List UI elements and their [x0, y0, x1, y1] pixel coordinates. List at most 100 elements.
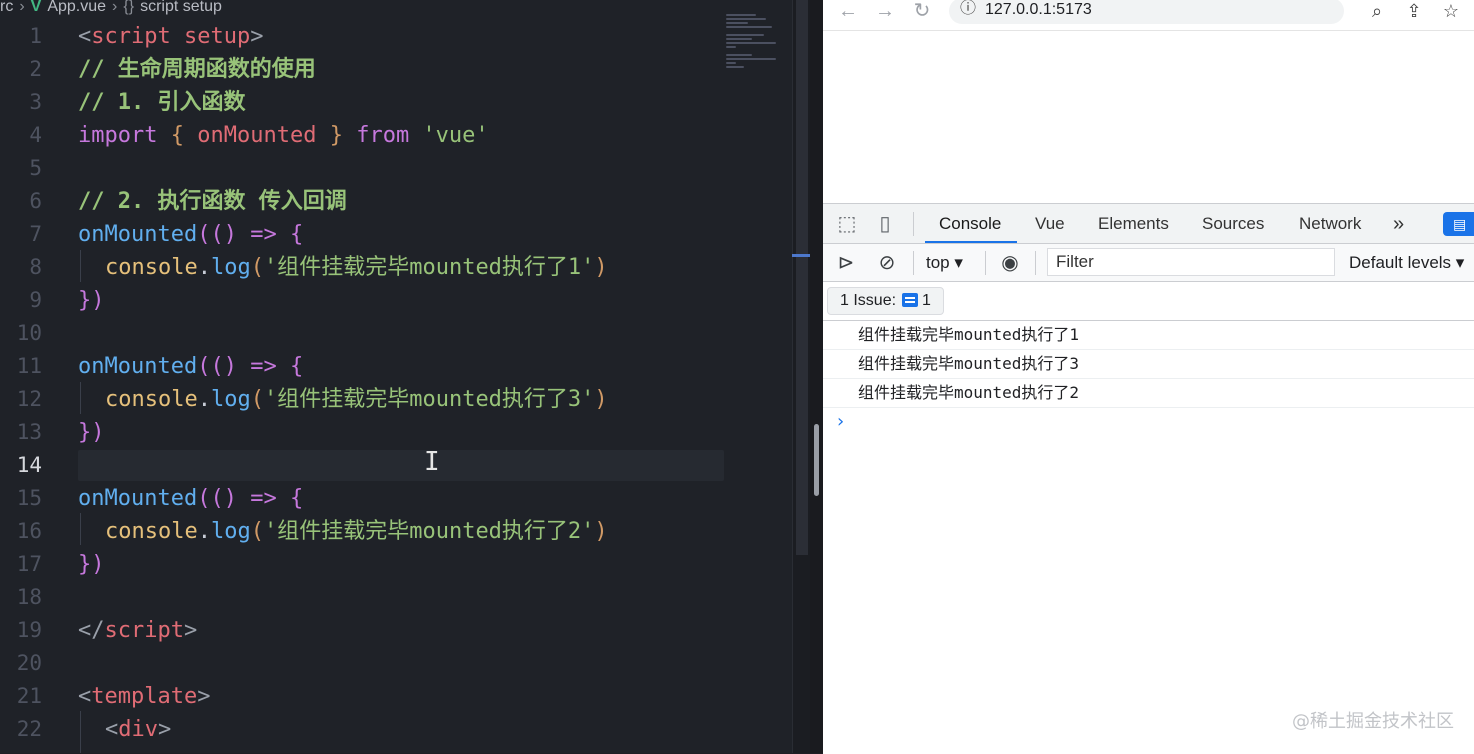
code-line[interactable]: 2 // 生命周期函数的使用: [0, 53, 790, 86]
devtools-panel: ⬚ ▯ Console Vue Elements Sources Network…: [823, 203, 1474, 754]
console-message: 组件挂载完毕mounted执行了2: [823, 379, 1474, 408]
line-number: 14: [16, 453, 42, 477]
code-line[interactable]: 23: [0, 746, 790, 753]
code-line[interactable]: 12 console.log('组件挂载完毕mounted执行了3'): [0, 383, 790, 416]
token: }): [78, 288, 105, 313]
indent-guide: [80, 513, 81, 545]
device-toolbar-icon[interactable]: ▯: [873, 212, 897, 236]
page-viewport[interactable]: [823, 31, 1474, 203]
token: log: [210, 255, 251, 280]
chevron-right-icon: ›: [19, 0, 25, 15]
token: ((: [197, 486, 224, 511]
code-line[interactable]: 5: [0, 152, 790, 185]
line-number: 10: [16, 321, 42, 345]
context-select[interactable]: top ▾: [926, 250, 963, 276]
console-prompt[interactable]: ›: [823, 408, 1474, 436]
code-line[interactable]: 19 </script>: [0, 614, 790, 647]
minimap-line: [726, 22, 748, 24]
token: ): [594, 255, 608, 280]
code-line[interactable]: 22 <div>: [0, 713, 790, 746]
token: div: [118, 717, 158, 742]
comment: // 2. 执行函数 传入回调: [78, 189, 347, 214]
tab-console[interactable]: Console: [924, 204, 1018, 243]
code-editor[interactable]: rc › V App.vue ›{} script setup 1 <script setu…: [0, 0, 810, 753]
code-line[interactable]: 8 console.log('组件挂载完毕mounted执行了1'): [0, 251, 790, 284]
code-line-current[interactable]: 14: [0, 449, 790, 482]
token: '组件挂载完毕mounted执行了2': [263, 519, 595, 544]
code-line[interactable]: 9}): [0, 284, 790, 317]
code-area[interactable]: 1 <script setup> 2// 生命周期函数的使用 3// 1. 引入函…: [0, 20, 790, 753]
comment: // 生命周期函数的使用: [78, 57, 316, 82]
eye-icon[interactable]: ◉: [997, 250, 1023, 276]
code-line[interactable]: 4 import { onMounted } from 'vue': [0, 119, 790, 152]
url-field[interactable]: ⓘ 127.0.0.1:5173: [949, 0, 1344, 24]
messages-icon[interactable]: ▤: [1443, 212, 1474, 236]
code-line[interactable]: 1 <script setup>: [0, 20, 790, 53]
forward-arrow-icon[interactable]: →: [872, 0, 898, 24]
token: console: [105, 255, 198, 280]
inspect-element-icon[interactable]: ⬚: [835, 212, 859, 236]
url-text[interactable]: 127.0.0.1:5173: [985, 0, 1092, 21]
share-icon[interactable]: ⇪: [1402, 0, 1426, 24]
token: .: [197, 519, 211, 544]
minimap[interactable]: [726, 14, 788, 84]
token: <: [105, 717, 119, 742]
breadcrumb-section[interactable]: script setup: [140, 0, 222, 15]
clear-console-icon[interactable]: ⊘: [874, 250, 900, 276]
code-line[interactable]: 16 console.log('组件挂载完毕mounted执行了2'): [0, 515, 790, 548]
more-tabs-icon[interactable]: »: [1393, 204, 1404, 243]
token: ): [594, 387, 608, 412]
line-number: 3: [29, 90, 42, 114]
issues-bar: 1 Issue: 1: [823, 282, 1474, 321]
log-levels-select[interactable]: Default levels ▾: [1349, 250, 1464, 276]
vue-file-icon: V: [30, 0, 42, 15]
breadcrumb-folder[interactable]: rc: [0, 0, 13, 15]
token: log: [210, 387, 251, 412]
breadcrumb-file[interactable]: App.vue: [47, 0, 106, 15]
line-number: 23: [0, 746, 42, 753]
info-icon[interactable]: ⓘ: [959, 0, 977, 18]
tab-network[interactable]: Network: [1299, 204, 1361, 243]
code-line[interactable]: 21 <template>: [0, 680, 790, 713]
code-line[interactable]: 20: [0, 647, 790, 680]
code-line[interactable]: 10: [0, 317, 790, 350]
token: {: [276, 222, 304, 247]
line-number: 21: [16, 684, 42, 708]
code-line[interactable]: 13}): [0, 416, 790, 449]
token: <: [78, 24, 92, 49]
tab-elements[interactable]: Elements: [1098, 204, 1169, 243]
issues-button[interactable]: 1 Issue: 1: [827, 287, 944, 315]
token: console: [105, 387, 198, 412]
zoom-icon[interactable]: ⌕: [1365, 0, 1389, 24]
code-line[interactable]: 15 onMounted(() => {: [0, 482, 790, 515]
bookmark-star-icon[interactable]: ☆: [1439, 0, 1463, 24]
code-line[interactable]: 7 onMounted(() => {: [0, 218, 790, 251]
token: script: [91, 24, 171, 49]
tab-vue[interactable]: Vue: [1035, 204, 1065, 243]
code-line[interactable]: 18: [0, 581, 790, 614]
back-arrow-icon[interactable]: ←: [835, 0, 861, 24]
token: .: [197, 387, 211, 412]
code-line[interactable]: 11 onMounted(() => {: [0, 350, 790, 383]
splitter-handle[interactable]: [814, 424, 819, 496]
divider: [913, 251, 914, 275]
minimap-line: [726, 14, 756, 16]
code-line[interactable]: 6 // 2. 执行函数 传入回调: [0, 185, 790, 218]
context-value: top: [926, 253, 950, 272]
braces-icon: {}: [123, 0, 135, 15]
tab-sources[interactable]: Sources: [1202, 204, 1264, 243]
scrollbar-thumb[interactable]: [796, 0, 808, 555]
window-splitter[interactable]: [810, 0, 823, 753]
reload-icon[interactable]: ↻: [909, 0, 935, 24]
token: ((: [197, 354, 224, 379]
code-line[interactable]: 3 // 1. 引入函数: [0, 86, 790, 119]
filter-input[interactable]: [1047, 248, 1335, 276]
watermark: @稀土掘金技术社区: [1292, 711, 1454, 732]
line-number: 11: [16, 354, 42, 378]
minimap-line: [726, 66, 744, 68]
breadcrumb: rc › V App.vue › {} script setup: [0, 0, 222, 18]
sidebar-toggle-icon[interactable]: ⊳: [833, 250, 859, 276]
code-line[interactable]: 17}): [0, 548, 790, 581]
minimap-line: [726, 18, 766, 20]
minimap-line: [726, 58, 776, 60]
